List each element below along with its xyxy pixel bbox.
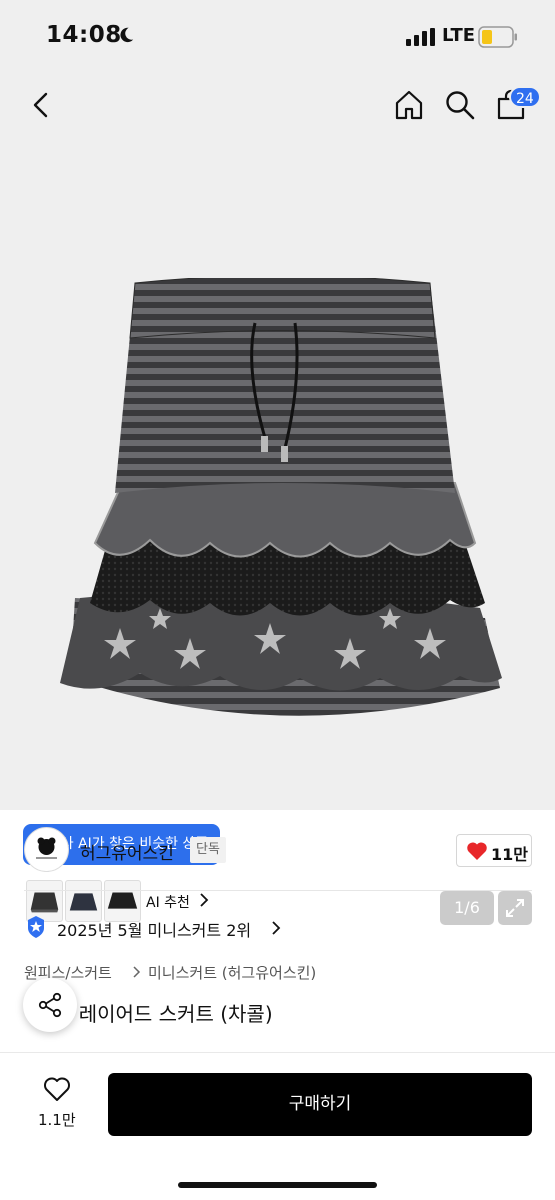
- image-page-indicator: 1/6: [440, 891, 494, 925]
- heart-icon: [467, 842, 487, 860]
- home-indicator: [178, 1182, 377, 1188]
- product-image-carousel[interactable]: 무신사 AI가 찾은 비슷한 상품 AI 추천 1/6: [0, 138, 555, 926]
- brand-like-button[interactable]: 11만: [456, 834, 532, 867]
- product-image: [60, 278, 502, 716]
- expand-icon: [506, 899, 524, 917]
- chevron-right-icon: [133, 966, 141, 978]
- purchase-bar: 1.1만 구매하기: [0, 1052, 555, 1200]
- status-bar: 14:08 LTE: [0, 0, 555, 74]
- heart-icon[interactable]: [43, 1076, 71, 1102]
- share-icon: [38, 992, 62, 1018]
- home-icon[interactable]: [392, 88, 426, 122]
- ai-recommend-label: AI 추천: [146, 895, 190, 911]
- moon-icon: [120, 27, 134, 43]
- divider: [24, 890, 532, 891]
- network-label: LTE: [442, 25, 476, 46]
- search-icon[interactable]: [443, 88, 477, 122]
- exclusive-badge: 단독: [190, 837, 226, 863]
- chevron-right-icon: [272, 921, 281, 935]
- brand-name[interactable]: 허그유어스킨: [80, 839, 174, 864]
- product-title-text: 레이어드 스커트 (차콜): [78, 1002, 273, 1026]
- brand-logo[interactable]: [24, 827, 69, 872]
- breadcrumb-subcategory[interactable]: 미니스커트 (허그유어스킨): [148, 962, 316, 983]
- signal-icon: [406, 28, 435, 46]
- ranking-link[interactable]: 2025년 5월 미니스커트 2위: [57, 917, 251, 941]
- battery-icon: [478, 26, 517, 48]
- back-icon[interactable]: [24, 88, 58, 122]
- rank-badge-icon: [28, 916, 44, 938]
- status-time: 14:08: [46, 22, 122, 48]
- wishlist-count: 1.1만: [38, 1111, 76, 1129]
- expand-image-button[interactable]: [498, 891, 532, 925]
- top-navigation: 24: [0, 74, 555, 138]
- ai-thumb-3[interactable]: [104, 880, 141, 922]
- share-button[interactable]: [23, 978, 77, 1032]
- chevron-right-icon: [200, 893, 209, 907]
- ai-thumb-2[interactable]: [65, 880, 102, 922]
- cart-count-badge: 24: [509, 86, 541, 108]
- brand-like-count: 11만: [491, 845, 528, 864]
- buy-button[interactable]: 구매하기: [108, 1073, 532, 1136]
